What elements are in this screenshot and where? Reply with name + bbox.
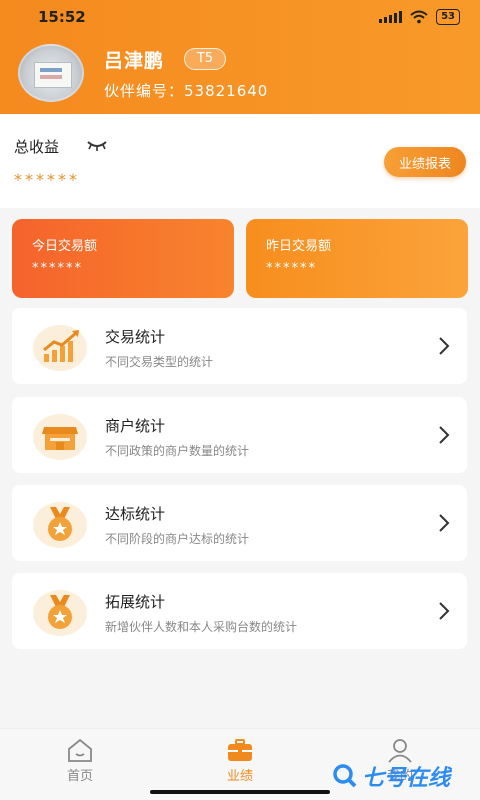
briefcase-icon — [228, 739, 252, 761]
menu-item-transaction-stats[interactable]: 交易统计 不同交易类型的统计 — [12, 308, 467, 384]
user-name: 吕津鹏 — [104, 50, 165, 72]
home-indicator[interactable] — [150, 790, 330, 794]
magnifier-logo-icon — [333, 764, 357, 788]
chevron-right-icon — [439, 514, 450, 532]
yesterday-volume-value: ****** — [266, 261, 317, 276]
menu-title: 拓展统计 — [105, 593, 166, 611]
medal-icon — [33, 590, 87, 636]
menu-description: 不同阶段的商户达标的统计 — [105, 532, 250, 546]
status-bar: 15:52 53 — [0, 0, 480, 34]
signal-icon — [379, 11, 403, 23]
medal-icon — [33, 502, 87, 548]
yesterday-volume-label: 昨日交易额 — [266, 239, 332, 254]
today-volume-value: ****** — [32, 261, 83, 276]
menu-item-target-stats[interactable]: 达标统计 不同阶段的商户达标的统计 — [12, 485, 467, 561]
chevron-right-icon — [439, 337, 450, 355]
chart-trend-icon — [33, 325, 87, 371]
total-earnings-card: 总收益 ****** 业绩报表 — [0, 114, 480, 208]
store-icon — [33, 414, 87, 460]
performance-report-button[interactable]: 业绩报表 — [384, 147, 466, 177]
today-volume-label: 今日交易额 — [32, 239, 98, 254]
menu-title: 商户统计 — [105, 417, 166, 435]
menu-description: 新增伙伴人数和本人采购台数的统计 — [105, 620, 298, 634]
chevron-right-icon — [439, 426, 450, 444]
today-volume-card[interactable]: 今日交易额 ****** — [12, 219, 234, 298]
total-earnings-value: ****** — [14, 170, 80, 189]
nav-tab-home[interactable]: 首页 — [25, 729, 135, 789]
yesterday-volume-card[interactable]: 昨日交易额 ****** — [246, 219, 468, 298]
site-watermark: 七号在线 — [332, 760, 480, 792]
home-icon — [68, 738, 92, 762]
level-badge: T5 — [184, 48, 226, 70]
avatar[interactable] — [18, 44, 84, 102]
menu-item-expansion-stats[interactable]: 拓展统计 新增伙伴人数和本人采购台数的统计 — [12, 573, 467, 649]
watermark-text: 七号在线 — [362, 766, 451, 791]
menu-description: 不同政策的商户数量的统计 — [105, 444, 250, 458]
menu-item-merchant-stats[interactable]: 商户统计 不同政策的商户数量的统计 — [12, 397, 467, 473]
nav-label-home: 首页 — [66, 769, 93, 784]
total-earnings-label: 总收益 — [14, 138, 60, 156]
chevron-right-icon — [439, 602, 450, 620]
menu-description: 不同交易类型的统计 — [105, 355, 214, 369]
status-icons: 53 — [379, 9, 460, 25]
eye-closed-icon[interactable] — [86, 138, 108, 152]
nav-label-performance: 业绩 — [226, 769, 253, 784]
status-time: 15:52 — [38, 8, 86, 26]
partner-number: 伙伴编号：53821640 — [104, 82, 269, 100]
menu-title: 达标统计 — [105, 505, 166, 523]
nav-tab-performance[interactable]: 业绩 — [185, 729, 295, 789]
wifi-icon — [410, 10, 428, 24]
menu-title: 交易统计 — [105, 328, 166, 346]
battery-icon: 53 — [436, 9, 460, 25]
